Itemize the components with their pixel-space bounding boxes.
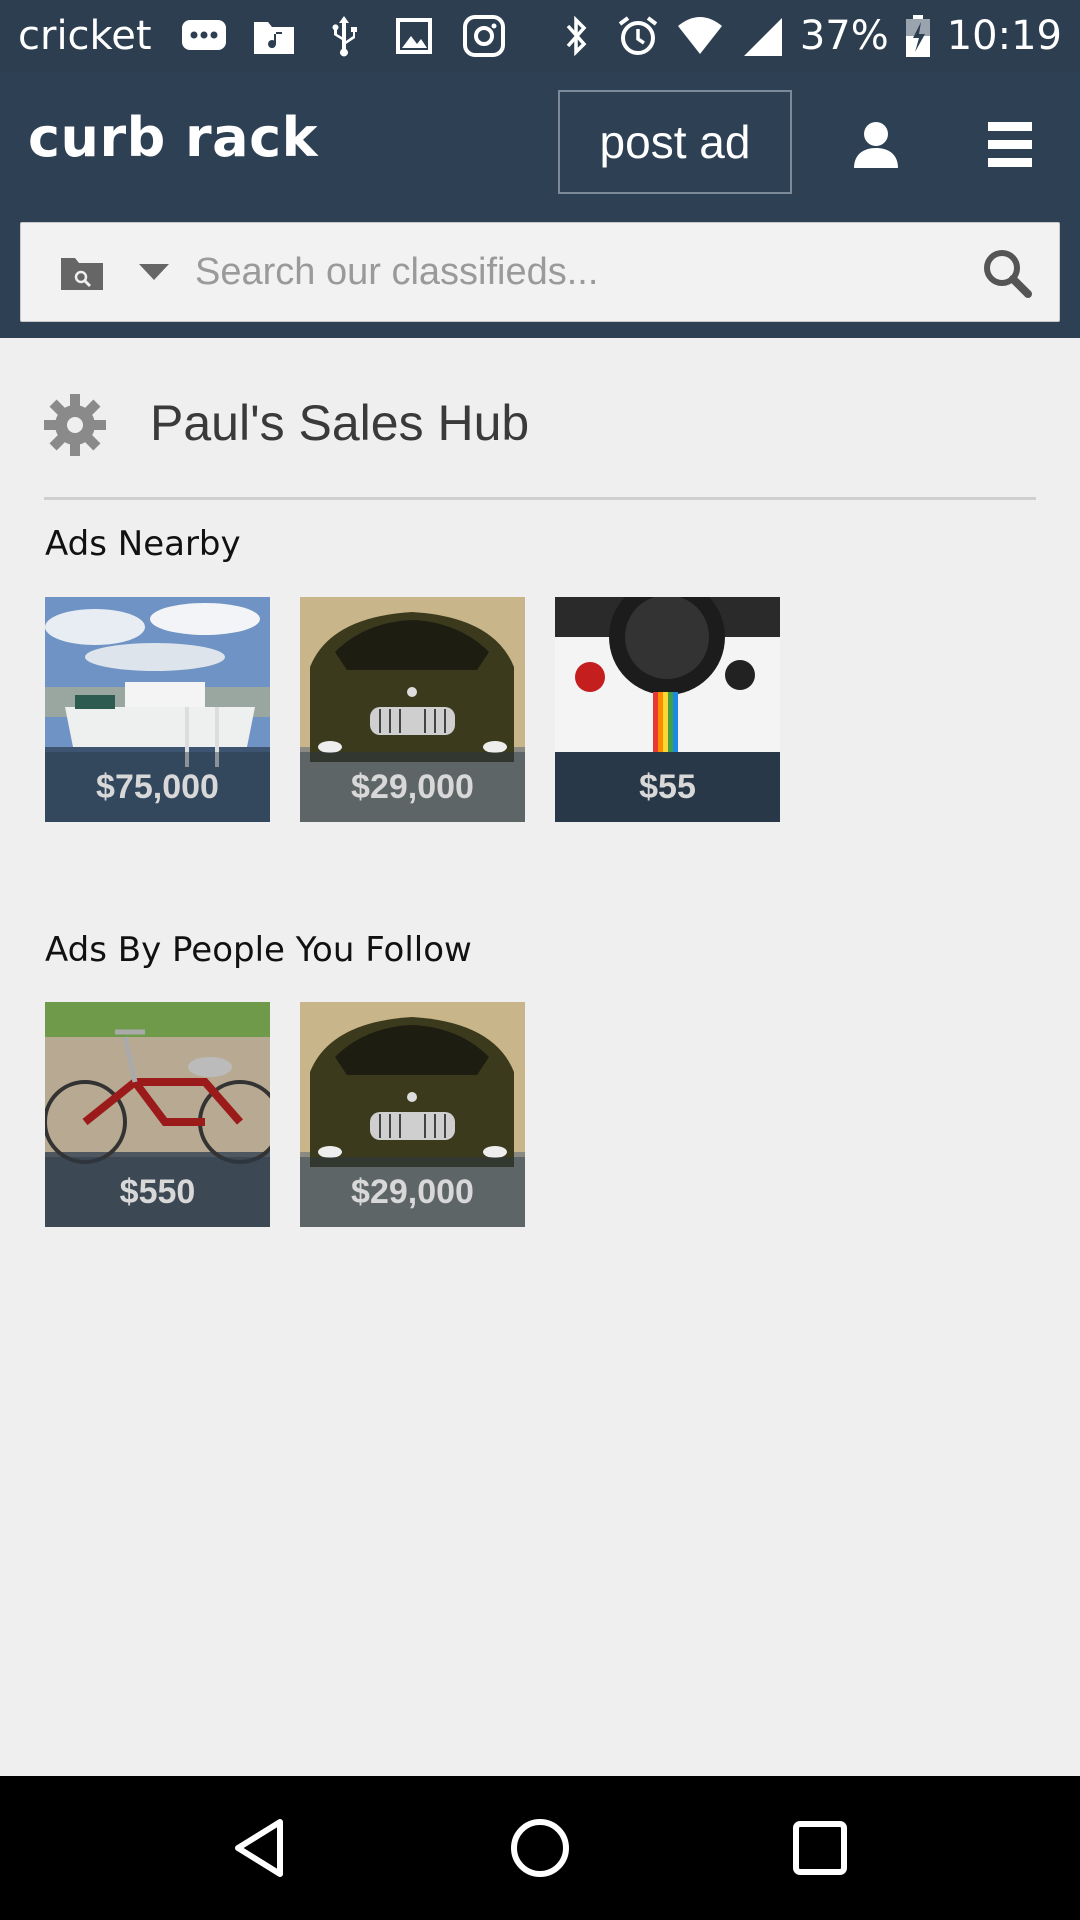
price-band: $550 <box>45 1157 270 1227</box>
folder-music-icon <box>250 14 298 58</box>
menu-icon[interactable] <box>982 116 1038 172</box>
hub-heading: Paul's Sales Hub <box>44 390 1036 500</box>
ad-price: $29,000 <box>351 767 474 806</box>
battery-percent: 37% <box>799 13 889 59</box>
caret-down-icon[interactable] <box>137 262 171 282</box>
wifi-icon <box>676 14 724 58</box>
ad-price: $29,000 <box>351 1172 474 1211</box>
instagram-icon <box>460 14 508 58</box>
section-title-following: Ads By People You Follow <box>45 930 472 970</box>
usb-icon <box>320 14 368 58</box>
search-bar <box>20 222 1060 322</box>
nearby-ads-grid: $75,000 $29,000 $55 <box>45 597 780 822</box>
status-bar: cricket 37% 10:19 <box>0 0 1080 72</box>
carrier-name: cricket <box>18 13 152 59</box>
recents-icon[interactable] <box>788 1816 852 1880</box>
system-nav-bar <box>0 1776 1080 1920</box>
gear-icon[interactable] <box>44 394 106 456</box>
ad-price: $55 <box>639 767 696 806</box>
price-band: $75,000 <box>45 752 270 822</box>
search-input[interactable] <box>195 232 955 312</box>
app-logo[interactable]: curb rack <box>28 106 318 169</box>
section-title-nearby: Ads Nearby <box>45 524 241 564</box>
ad-tile-bicycle[interactable]: $550 <box>45 1002 270 1227</box>
alarm-icon <box>614 14 662 58</box>
signal-icon <box>738 14 786 58</box>
user-icon[interactable] <box>848 116 904 172</box>
price-band: $55 <box>555 752 780 822</box>
price-band: $29,000 <box>300 1157 525 1227</box>
page-title: Paul's Sales Hub <box>150 395 530 451</box>
following-ads-grid: $550 $29,000 <box>45 1002 525 1227</box>
ad-tile-car[interactable]: $29,000 <box>300 597 525 822</box>
price-band: $29,000 <box>300 752 525 822</box>
post-ad-button[interactable]: post ad <box>558 90 792 194</box>
battery-icon <box>903 14 933 58</box>
ad-price: $75,000 <box>96 767 219 806</box>
category-folder-icon[interactable] <box>59 252 105 292</box>
back-icon[interactable] <box>228 1816 292 1880</box>
ad-price: $550 <box>119 1172 196 1211</box>
search-icon[interactable] <box>981 247 1033 299</box>
message-icon <box>180 14 228 58</box>
bluetooth-icon <box>552 14 600 58</box>
home-icon[interactable] <box>508 1816 572 1880</box>
ad-tile-camera[interactable]: $55 <box>555 597 780 822</box>
ad-tile-car[interactable]: $29,000 <box>300 1002 525 1227</box>
clock: 10:19 <box>946 13 1062 59</box>
app-header: curb rack post ad <box>0 72 1080 338</box>
ad-tile-boat[interactable]: $75,000 <box>45 597 270 822</box>
image-icon <box>390 14 438 58</box>
